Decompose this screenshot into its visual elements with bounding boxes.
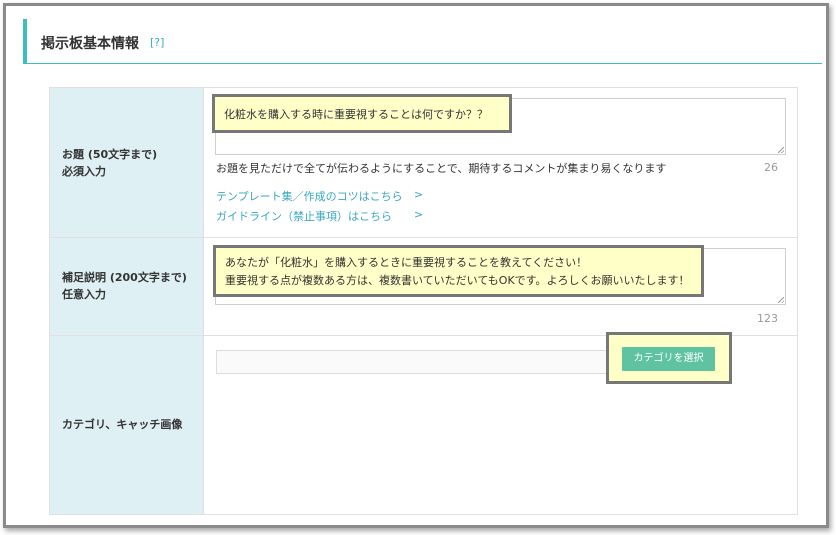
category-body: カテゴリを選択 — [204, 332, 797, 514]
description-optional-label: 任意入力 — [62, 288, 106, 301]
topic-value: 化粧水を購入する時に重要視することは何ですか？？ — [224, 108, 488, 121]
resize-grip-icon[interactable] — [778, 147, 784, 153]
category-label: カテゴリ、キャッチ画像 — [62, 418, 183, 431]
topic-label: お題 (50文字まで) — [62, 148, 158, 161]
topic-required-label: 必須入力 — [62, 165, 106, 178]
description-label-cell: 補足説明 (200文字まで) 任意入力 — [50, 238, 204, 335]
topic-char-count: 26 — [764, 161, 778, 174]
help-link[interactable]: [?] — [150, 36, 164, 49]
resize-grip-icon[interactable] — [778, 297, 784, 303]
topic-body: 化粧水を購入する時に重要視することは何ですか？？ お題を見ただけで全てが伝わるよ… — [204, 88, 797, 237]
description-value-line1: あなたが「化粧水」を購入するときに重要視することを教えてください！ — [225, 256, 588, 269]
guideline-link[interactable]: ガイドライン（禁止事項）はこちら — [216, 208, 392, 224]
description-row: 補足説明 (200文字まで) 任意入力 あなたが「化粧水」を購入するときに重要視… — [50, 238, 797, 336]
category-label-cell: カテゴリ、キャッチ画像 — [50, 336, 204, 514]
topic-hint: お題を見ただけで全てが伝わるようにすることで、期待するコメントが集まり易くなりま… — [216, 162, 667, 175]
template-link[interactable]: テンプレート集／作成のコツはこちら — [216, 188, 403, 204]
description-value-line2: 重要視する点が複数ある方は、複数書いていただいてもOKです。よろしくお願いいたし… — [225, 274, 690, 287]
select-category-button[interactable]: カテゴリを選択 — [622, 347, 715, 371]
topic-row: お題 (50文字まで) 必須入力 化粧水を購入する時に重要視することは何ですか？… — [50, 88, 797, 238]
description-body: あなたが「化粧水」を購入するときに重要視することを教えてください！ 重要視する点… — [204, 238, 797, 335]
category-input[interactable] — [216, 350, 616, 374]
topic-highlight: 化粧水を購入する時に重要視することは何ですか？？ — [212, 94, 512, 133]
description-label: 補足説明 (200文字まで) — [62, 271, 187, 284]
description-char-count: 123 — [757, 312, 778, 325]
section-title: 掲示板基本情報 — [41, 36, 139, 52]
form-table: お題 (50文字まで) 必須入力 化粧水を購入する時に重要視することは何ですか？… — [49, 87, 798, 515]
category-row: カテゴリ、キャッチ画像 カテゴリを選択 — [50, 332, 797, 514]
section-header: 掲示板基本情報 [?] — [23, 19, 822, 64]
description-highlight: あなたが「化粧水」を購入するときに重要視することを教えてください！ 重要視する点… — [213, 245, 704, 297]
form-panel: 掲示板基本情報 [?] お題 (50文字まで) 必須入力 化粧水を購入する時に重… — [3, 3, 829, 528]
category-highlight: カテゴリを選択 — [606, 332, 732, 384]
chevron-right-icon[interactable]: > — [414, 208, 423, 221]
chevron-right-icon[interactable]: > — [414, 188, 423, 201]
topic-label-cell: お題 (50文字まで) 必須入力 — [50, 88, 204, 237]
